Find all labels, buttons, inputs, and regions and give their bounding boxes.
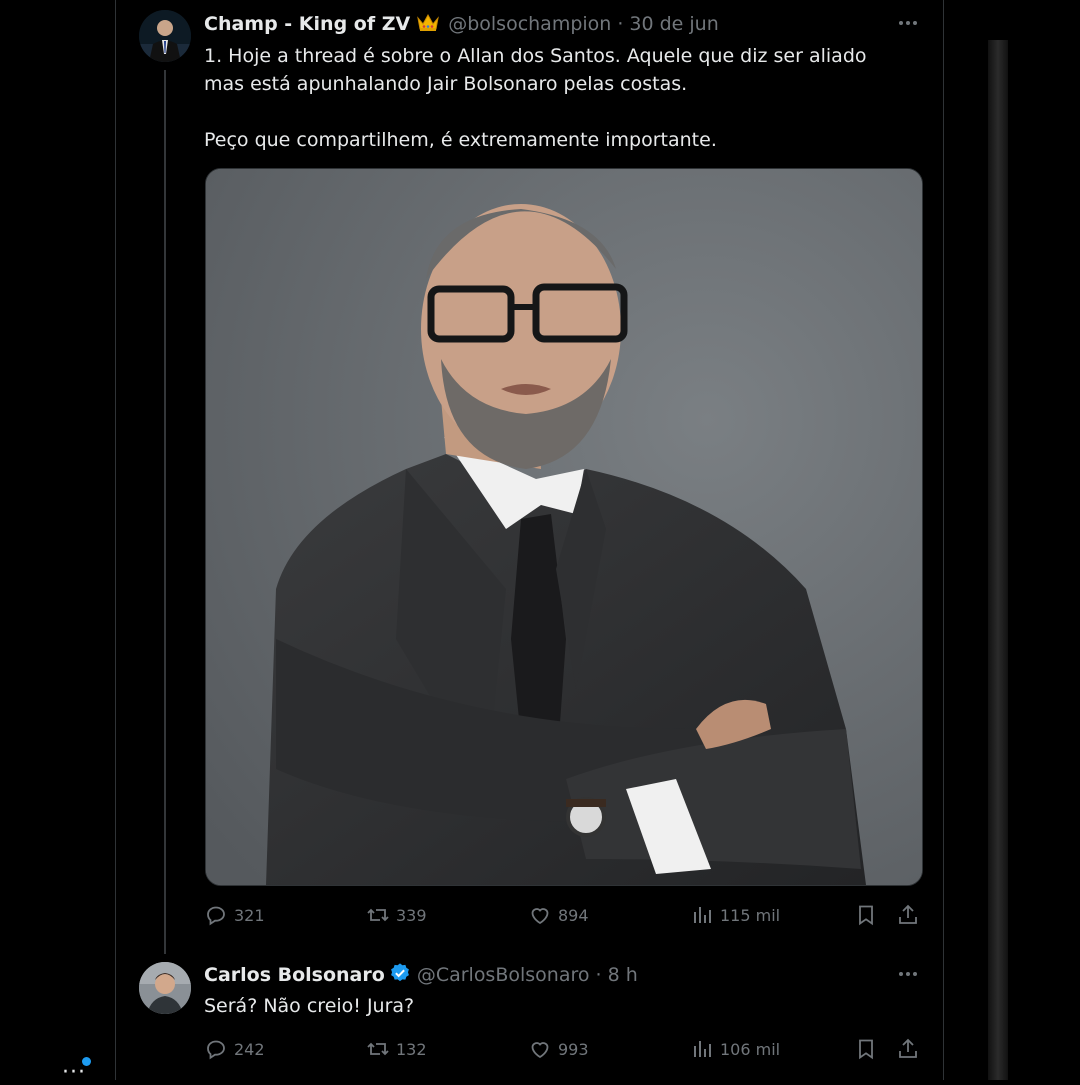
reply-header: Carlos Bolsonaro @CarlosBolsonaro · 8 h (204, 961, 638, 989)
retweet-icon (367, 1042, 389, 1056)
views-icon (694, 907, 711, 923)
author-name[interactable]: Champ - King of ZV (204, 13, 410, 35)
author-handle[interactable]: @bolsochampion (448, 13, 611, 35)
views-count: 115 mil (720, 905, 781, 925)
share-icon (899, 1038, 917, 1058)
share-icon (899, 904, 917, 924)
reply-icon (207, 1040, 225, 1060)
retweet-button[interactable]: 132 (366, 1037, 427, 1061)
retweet-icon (367, 908, 389, 922)
retweet-count: 339 (396, 905, 427, 925)
retweet-count: 132 (396, 1039, 427, 1059)
views-button[interactable]: 115 mil (690, 903, 780, 927)
reply-button[interactable]: 321 (204, 903, 265, 927)
like-button[interactable]: 993 (528, 1037, 589, 1061)
views-count: 106 mil (720, 1039, 781, 1059)
tweet-text-paragraph: Peço que compartilhem, é extremamente im… (204, 129, 717, 151)
thread-connector-line (164, 70, 166, 954)
tweet-text: 1. Hoje a thread é sobre o Allan dos San… (204, 42, 904, 154)
share-button[interactable] (896, 1037, 920, 1061)
more-options-icon[interactable] (896, 11, 920, 35)
bookmark-icon (859, 1039, 873, 1060)
retweet-button[interactable]: 339 (366, 903, 427, 927)
scrollbar-track[interactable] (988, 40, 1008, 1080)
bookmark-icon (859, 905, 873, 926)
reply-actions: 242 132 993 106 mil (204, 1037, 924, 1061)
tweet-text-paragraph: 1. Hoje a thread é sobre o Allan dos San… (204, 45, 867, 95)
right-column-border (943, 0, 944, 1080)
reply-button[interactable]: 242 (204, 1037, 265, 1061)
crown-icon (416, 12, 440, 37)
verified-badge-icon (389, 962, 411, 989)
bookmark-button[interactable] (854, 903, 878, 927)
like-count: 894 (558, 905, 589, 925)
separator-dot: · (595, 964, 602, 986)
heart-icon (531, 1042, 549, 1059)
reply-text: Será? Não creio! Jura? (204, 995, 415, 1017)
tweet-header: Champ - King of ZV @bolsochampion · 30 d… (204, 10, 719, 38)
like-button[interactable]: 894 (528, 903, 589, 927)
tweet-photo[interactable] (205, 168, 923, 886)
author-handle[interactable]: @CarlosBolsonaro (417, 964, 590, 986)
separator-dot: · (617, 13, 624, 35)
notification-dot (82, 1057, 91, 1066)
timestamp[interactable]: 30 de jun (629, 13, 718, 35)
heart-icon (531, 908, 549, 925)
views-button[interactable]: 106 mil (690, 1037, 780, 1061)
tweet-actions: 321 339 894 115 mil (204, 903, 924, 927)
avatar[interactable] (139, 10, 191, 62)
left-column-border (115, 0, 116, 1080)
timestamp[interactable]: 8 h (608, 964, 638, 986)
more-options-icon[interactable] (896, 962, 920, 986)
reply-icon (207, 906, 225, 926)
reply-count: 242 (234, 1039, 265, 1059)
reply-count: 321 (234, 905, 265, 925)
views-icon (694, 1041, 711, 1057)
bookmark-button[interactable] (854, 1037, 878, 1061)
author-name[interactable]: Carlos Bolsonaro (204, 964, 385, 986)
share-button[interactable] (896, 903, 920, 927)
avatar[interactable] (139, 962, 191, 1014)
like-count: 993 (558, 1039, 589, 1059)
